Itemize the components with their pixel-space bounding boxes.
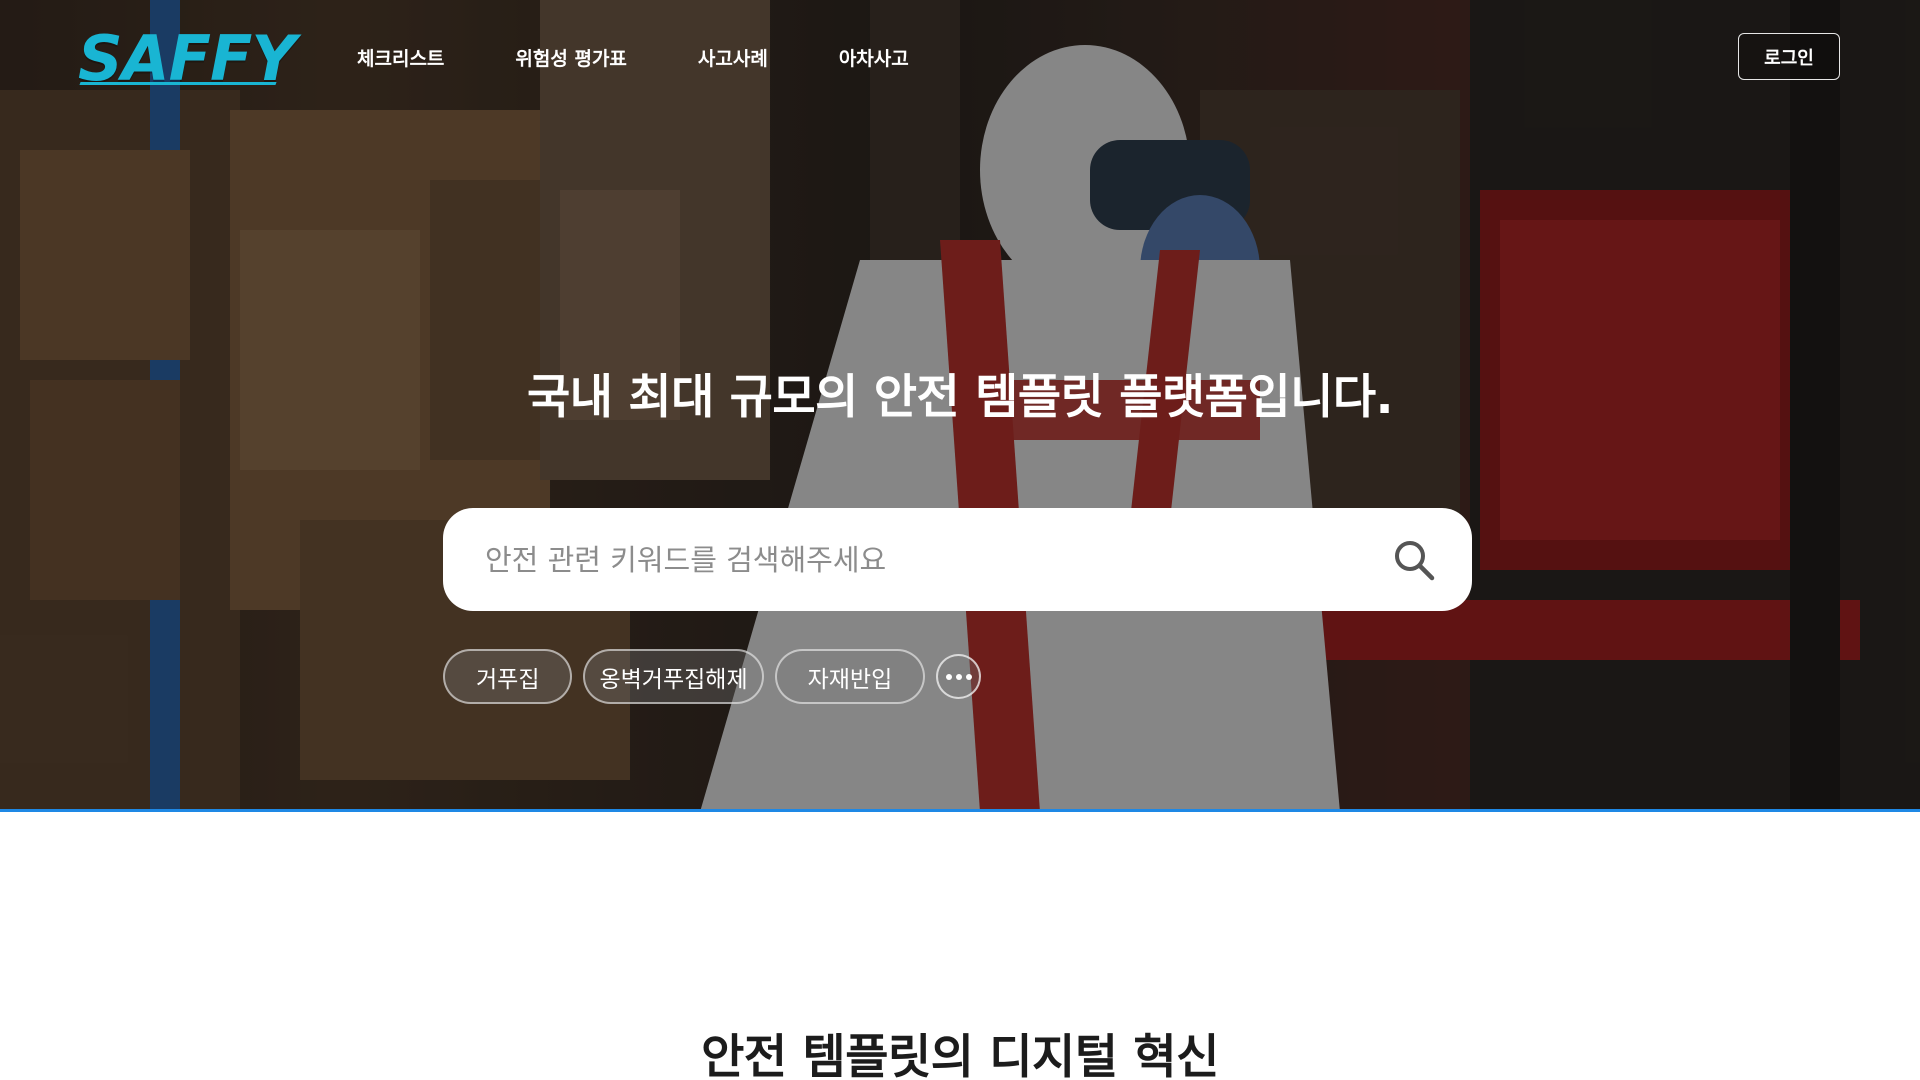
nav-item-near-miss[interactable]: 아차사고 [839, 44, 909, 71]
search-input[interactable] [485, 542, 1392, 577]
hero-headline: 국내 최대 규모의 안전 템플릿 플랫폼입니다. [527, 370, 1394, 425]
search-bar [443, 508, 1472, 611]
keyword-tag[interactable]: 자재반입 [774, 649, 926, 704]
login-button[interactable]: 로그인 [1738, 33, 1840, 80]
nav-item-accident-cases[interactable]: 사고사례 [698, 44, 768, 71]
hero-section: SAFFY 체크리스트 위험성 평가표 사고사례 아차사고 로그인 국내 최대 … [0, 0, 1920, 812]
search-icon[interactable] [1392, 538, 1436, 582]
main-nav: 체크리스트 위험성 평가표 사고사례 아차사고 [357, 44, 980, 71]
nav-item-risk-assessment[interactable]: 위험성 평가표 [515, 44, 627, 71]
keyword-tags: 거푸집 옹벽거푸집해제 자재반입 [443, 649, 982, 704]
keyword-tag[interactable]: 거푸집 [443, 649, 573, 704]
logo-underline [79, 82, 277, 85]
nav-item-checklist[interactable]: 체크리스트 [357, 44, 444, 71]
ellipsis-icon [945, 673, 972, 680]
keyword-tag[interactable]: 옹벽거푸집해제 [583, 649, 764, 704]
more-keywords-button[interactable] [936, 654, 982, 699]
hero-bottom-border [0, 809, 1920, 812]
section-title: 안전 템플릿의 디지털 혁신 [701, 1030, 1219, 1080]
